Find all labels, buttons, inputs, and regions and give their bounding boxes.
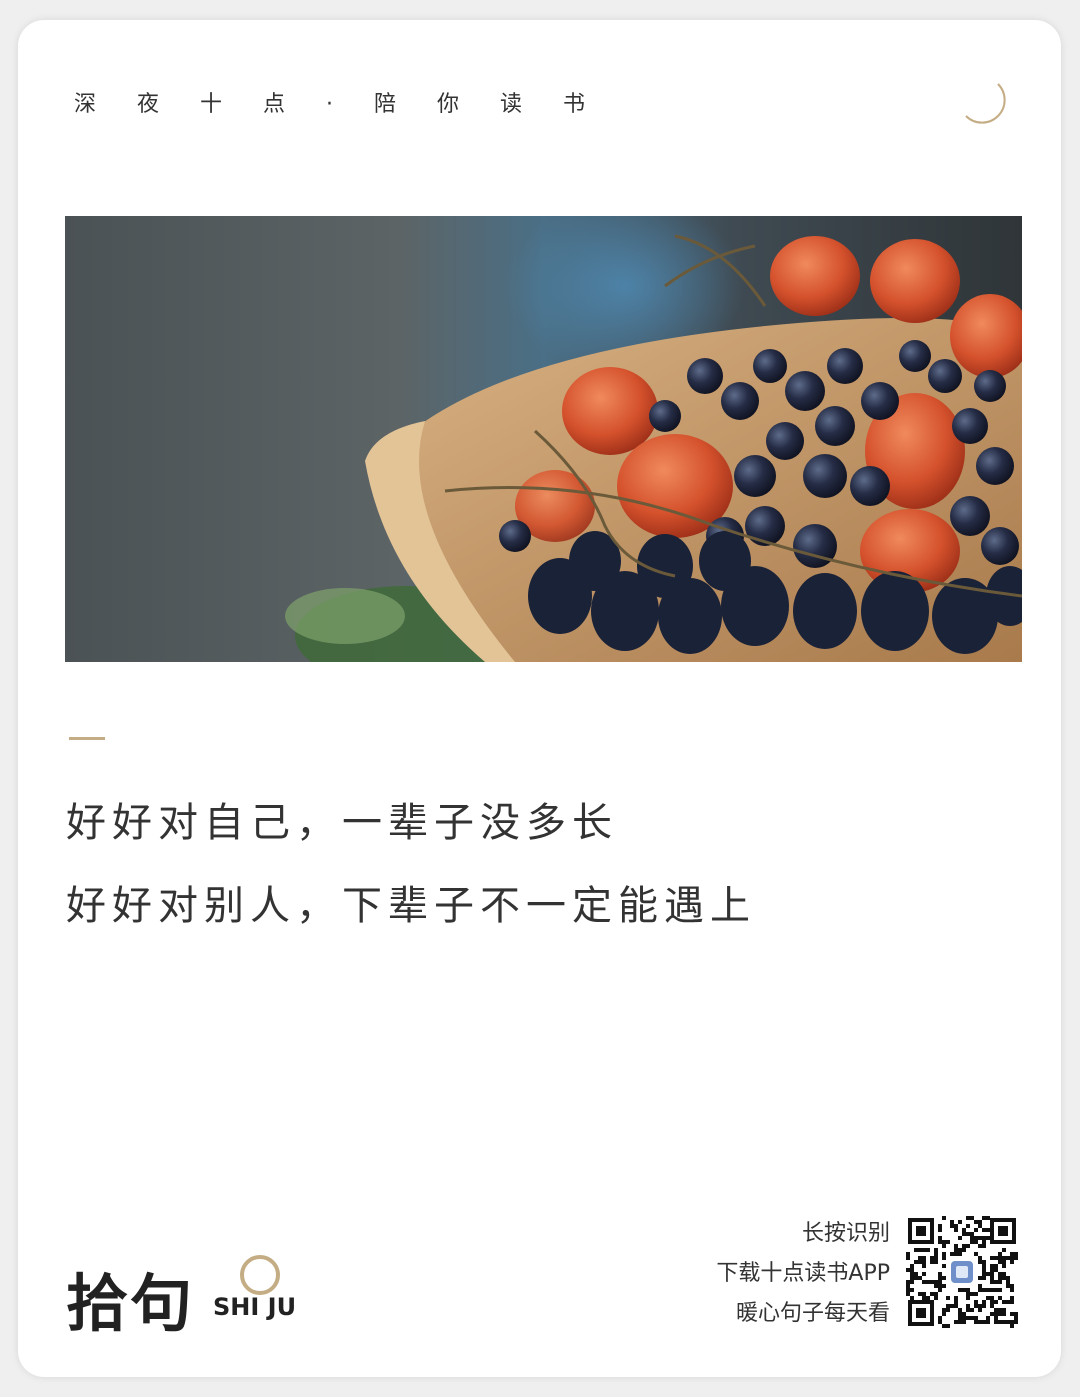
- qr-code-icon[interactable]: [906, 1216, 1018, 1328]
- logo-ring-icon: [240, 1255, 280, 1295]
- header-tagline: 深夜十点·陪你读书: [74, 92, 626, 117]
- promo-line-3: 暖心句子每天看: [735, 1301, 890, 1326]
- fruit-bowl-photo: [65, 216, 1022, 662]
- promo-line-2: 下载十点读书APP: [716, 1261, 890, 1286]
- accent-divider: [69, 737, 105, 740]
- download-promo: 长按识别 下载十点读书APP 暖心句子每天看: [716, 1214, 890, 1334]
- logo-english: SHI JU: [213, 1293, 297, 1321]
- shiju-logo: 拾句 SHI JU: [66, 1253, 306, 1340]
- quote-line-2: 好好对别人，下辈子不一定能遇上: [66, 883, 756, 929]
- promo-line-1: 长按识别: [801, 1221, 890, 1246]
- logo-chinese: 拾句: [66, 1267, 195, 1340]
- crescent-moon-icon: [965, 83, 1006, 124]
- quote-line-1: 好好对自己，一辈子没多长: [66, 800, 618, 846]
